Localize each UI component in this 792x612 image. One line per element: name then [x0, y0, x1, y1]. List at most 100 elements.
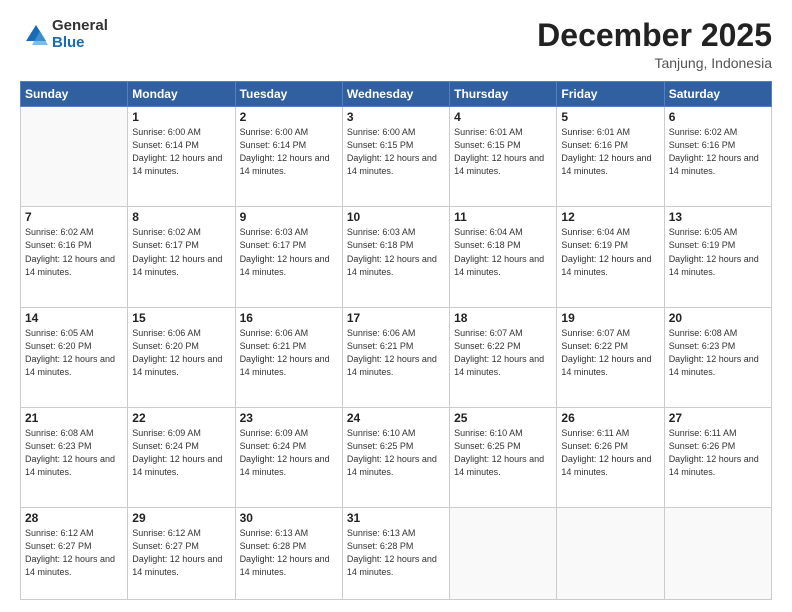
day-cell: 15Sunrise: 6:06 AM Sunset: 6:20 PM Dayli…: [128, 307, 235, 407]
header-sunday: Sunday: [21, 82, 128, 107]
day-info: Sunrise: 6:03 AM Sunset: 6:17 PM Dayligh…: [240, 226, 338, 278]
day-cell: [450, 508, 557, 600]
day-info: Sunrise: 6:00 AM Sunset: 6:15 PM Dayligh…: [347, 126, 445, 178]
day-info: Sunrise: 6:06 AM Sunset: 6:21 PM Dayligh…: [347, 327, 445, 379]
day-info: Sunrise: 6:11 AM Sunset: 6:26 PM Dayligh…: [669, 427, 767, 479]
week-row-3: 14 Sunrise: 6:05 AM Sunset: 6:20 PM Dayli…: [21, 307, 772, 407]
day-number: 18: [454, 311, 552, 325]
day-number: 28: [25, 511, 123, 525]
week-row-5: 28 Sunrise: 6:12 AM Sunset: 6:27 PM Dayli…: [21, 508, 772, 600]
day-number: 15: [132, 311, 230, 325]
day-cell: 3 Sunrise: 6:00 AM Sunset: 6:15 PM Daylig…: [342, 107, 449, 207]
day-number: 26: [561, 411, 659, 425]
day-cell: 21Sunrise: 6:08 AM Sunset: 6:23 PM Dayli…: [21, 407, 128, 507]
header-monday: Monday: [128, 82, 235, 107]
day-info: Sunrise: 6:12 AM Sunset: 6:27 PM Dayligh…: [132, 527, 230, 579]
day-cell: 25Sunrise: 6:10 AM Sunset: 6:25 PM Dayli…: [450, 407, 557, 507]
calendar-table: Sunday Monday Tuesday Wednesday Thursday…: [20, 81, 772, 600]
day-cell: 11Sunrise: 6:04 AM Sunset: 6:18 PM Dayli…: [450, 207, 557, 307]
day-cell: 12 Sunrise: 6:04 AM Sunset: 6:19 PM Dayli…: [557, 207, 664, 307]
logo-blue-text: Blue: [52, 34, 85, 51]
day-number: 22: [132, 411, 230, 425]
day-cell: 10 Sunrise: 6:03 AM Sunset: 6:18 PM Dayli…: [342, 207, 449, 307]
day-info: Sunrise: 6:13 AM Sunset: 6:28 PM Dayligh…: [347, 527, 445, 579]
day-info: Sunrise: 6:10 AM Sunset: 6:25 PM Dayligh…: [347, 427, 445, 479]
day-number: 2: [240, 110, 338, 124]
day-number: 9: [240, 210, 338, 224]
day-cell: 13 Sunrise: 6:05 AM Sunset: 6:19 PM Dayli…: [664, 207, 771, 307]
day-number: 29: [132, 511, 230, 525]
day-number: 3: [347, 110, 445, 124]
day-number: 23: [240, 411, 338, 425]
day-number: 10: [347, 210, 445, 224]
day-info: Sunrise: 6:02 AM Sunset: 6:16 PM Dayligh…: [25, 226, 123, 278]
day-number: 5: [561, 110, 659, 124]
header-friday: Friday: [557, 82, 664, 107]
header-wednesday: Wednesday: [342, 82, 449, 107]
day-number: 7: [25, 210, 123, 224]
day-info: Sunrise: 6:02 AM Sunset: 6:17 PM Dayligh…: [132, 226, 230, 278]
header-thursday: Thursday: [450, 82, 557, 107]
day-info: Sunrise: 6:02 AM Sunset: 6:16 PM Dayligh…: [669, 126, 767, 178]
day-info: Sunrise: 6:08 AM Sunset: 6:23 PM Dayligh…: [669, 327, 767, 379]
day-number: 1: [132, 110, 230, 124]
day-cell: 1 Sunrise: 6:00 AM Sunset: 6:14 PM Daylig…: [128, 107, 235, 207]
day-number: 4: [454, 110, 552, 124]
day-cell: [21, 107, 128, 207]
day-info: Sunrise: 6:09 AM Sunset: 6:24 PM Dayligh…: [240, 427, 338, 479]
day-cell: 23 Sunrise: 6:09 AM Sunset: 6:24 PM Dayli…: [235, 407, 342, 507]
day-info: Sunrise: 6:12 AM Sunset: 6:27 PM Dayligh…: [25, 527, 123, 579]
logo-icon: [20, 21, 48, 49]
day-cell: [557, 508, 664, 600]
day-info: Sunrise: 6:05 AM Sunset: 6:19 PM Dayligh…: [669, 226, 767, 278]
day-info: Sunrise: 6:01 AM Sunset: 6:15 PM Dayligh…: [454, 126, 552, 178]
day-cell: 17 Sunrise: 6:06 AM Sunset: 6:21 PM Dayli…: [342, 307, 449, 407]
week-row-2: 7 Sunrise: 6:02 AM Sunset: 6:16 PM Daylig…: [21, 207, 772, 307]
day-number: 17: [347, 311, 445, 325]
day-cell: 30Sunrise: 6:13 AM Sunset: 6:28 PM Dayli…: [235, 508, 342, 600]
day-cell: 16 Sunrise: 6:06 AM Sunset: 6:21 PM Dayli…: [235, 307, 342, 407]
weekday-header-row: Sunday Monday Tuesday Wednesday Thursday…: [21, 82, 772, 107]
day-number: 6: [669, 110, 767, 124]
page: General Blue December 2025 Tanjung, Indo…: [0, 0, 792, 612]
day-cell: 26Sunrise: 6:11 AM Sunset: 6:26 PM Dayli…: [557, 407, 664, 507]
logo: General Blue: [20, 18, 108, 51]
day-number: 13: [669, 210, 767, 224]
day-info: Sunrise: 6:04 AM Sunset: 6:19 PM Dayligh…: [561, 226, 659, 278]
day-cell: 24 Sunrise: 6:10 AM Sunset: 6:25 PM Dayli…: [342, 407, 449, 507]
day-number: 14: [25, 311, 123, 325]
day-number: 19: [561, 311, 659, 325]
day-info: Sunrise: 6:01 AM Sunset: 6:16 PM Dayligh…: [561, 126, 659, 178]
day-info: Sunrise: 6:09 AM Sunset: 6:24 PM Dayligh…: [132, 427, 230, 479]
day-number: 25: [454, 411, 552, 425]
day-number: 20: [669, 311, 767, 325]
day-info: Sunrise: 6:07 AM Sunset: 6:22 PM Dayligh…: [561, 327, 659, 379]
day-cell: 4 Sunrise: 6:01 AM Sunset: 6:15 PM Daylig…: [450, 107, 557, 207]
day-cell: 2 Sunrise: 6:00 AM Sunset: 6:14 PM Daylig…: [235, 107, 342, 207]
day-info: Sunrise: 6:04 AM Sunset: 6:18 PM Dayligh…: [454, 226, 552, 278]
day-number: 31: [347, 511, 445, 525]
title-block: December 2025 Tanjung, Indonesia: [537, 18, 772, 71]
location-subtitle: Tanjung, Indonesia: [537, 55, 772, 71]
day-cell: 20 Sunrise: 6:08 AM Sunset: 6:23 PM Dayli…: [664, 307, 771, 407]
day-cell: 7 Sunrise: 6:02 AM Sunset: 6:16 PM Daylig…: [21, 207, 128, 307]
day-cell: 9 Sunrise: 6:03 AM Sunset: 6:17 PM Daylig…: [235, 207, 342, 307]
day-cell: 22 Sunrise: 6:09 AM Sunset: 6:24 PM Dayli…: [128, 407, 235, 507]
day-cell: 28 Sunrise: 6:12 AM Sunset: 6:27 PM Dayli…: [21, 508, 128, 600]
day-number: 16: [240, 311, 338, 325]
header-saturday: Saturday: [664, 82, 771, 107]
month-title: December 2025: [537, 18, 772, 53]
day-number: 12: [561, 210, 659, 224]
day-cell: 31 Sunrise: 6:13 AM Sunset: 6:28 PM Dayli…: [342, 508, 449, 600]
day-info: Sunrise: 6:06 AM Sunset: 6:21 PM Dayligh…: [240, 327, 338, 379]
day-cell: 6 Sunrise: 6:02 AM Sunset: 6:16 PM Daylig…: [664, 107, 771, 207]
day-info: Sunrise: 6:00 AM Sunset: 6:14 PM Dayligh…: [132, 126, 230, 178]
day-number: 24: [347, 411, 445, 425]
day-info: Sunrise: 6:03 AM Sunset: 6:18 PM Dayligh…: [347, 226, 445, 278]
week-row-1: 1 Sunrise: 6:00 AM Sunset: 6:14 PM Daylig…: [21, 107, 772, 207]
day-info: Sunrise: 6:00 AM Sunset: 6:14 PM Dayligh…: [240, 126, 338, 178]
day-info: Sunrise: 6:07 AM Sunset: 6:22 PM Dayligh…: [454, 327, 552, 379]
day-cell: 18 Sunrise: 6:07 AM Sunset: 6:22 PM Dayli…: [450, 307, 557, 407]
day-info: Sunrise: 6:05 AM Sunset: 6:20 PM Dayligh…: [25, 327, 123, 379]
day-cell: 8Sunrise: 6:02 AM Sunset: 6:17 PM Daylig…: [128, 207, 235, 307]
